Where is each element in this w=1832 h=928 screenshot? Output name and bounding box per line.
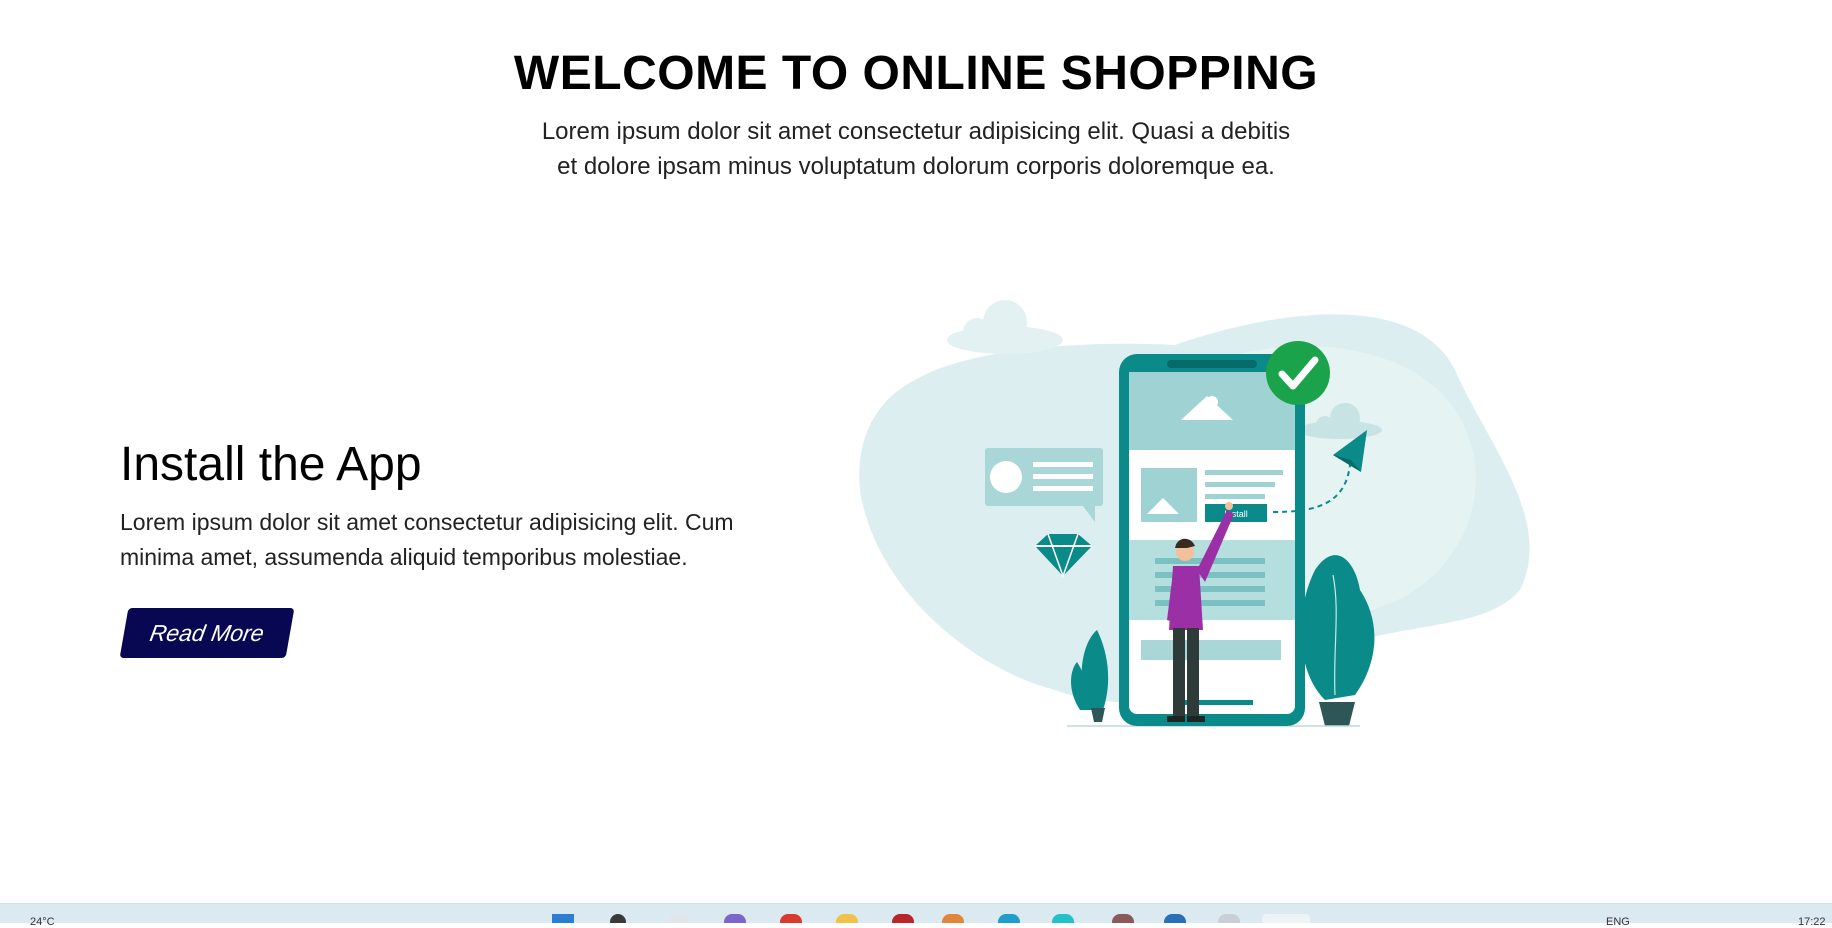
cloud-icon <box>947 300 1063 354</box>
read-more-label: Read More <box>147 619 267 646</box>
section-title: Install the App <box>120 438 422 491</box>
section-description: Lorem ipsum dolor sit amet consectetur a… <box>120 509 734 570</box>
os-taskbar: 24°C ENG 17:22 <box>0 903 1832 928</box>
page-subtitle: Lorem ipsum dolor sit amet consectetur a… <box>541 118 1291 180</box>
check-badge-icon <box>1266 341 1330 405</box>
install-app-illustration: Install <box>859 300 1530 727</box>
page-title: WELCOME TO ONLINE SHOPPING <box>513 47 1319 100</box>
weather-widget[interactable]: 24°C <box>30 916 55 928</box>
clock[interactable]: 17:22 <box>1798 916 1826 928</box>
read-more-button[interactable]: Read More <box>119 608 295 658</box>
language-indicator[interactable]: ENG <box>1606 916 1630 928</box>
